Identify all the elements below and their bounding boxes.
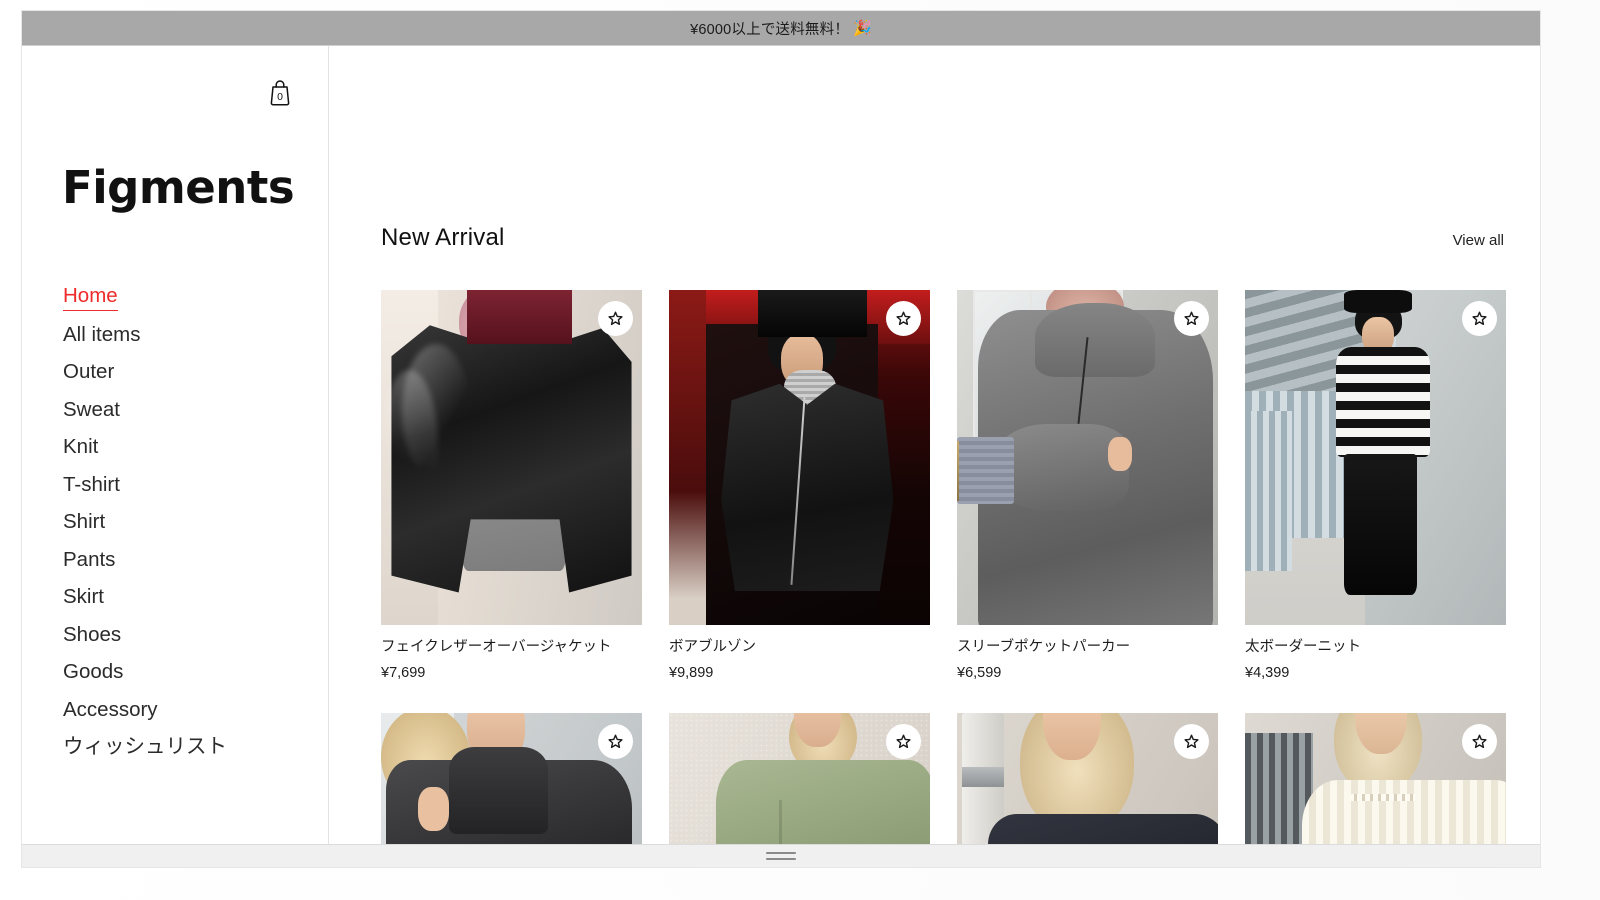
product-card: ボアブルゾン ¥9,899 bbox=[669, 290, 930, 681]
promo-banner: ¥6000以上で送料無料！ 🎉 bbox=[22, 11, 1540, 46]
sidebar-nav: Home All items Outer Sweat Knit T-shirt Shirt P… bbox=[63, 285, 313, 775]
drag-handle[interactable] bbox=[766, 852, 796, 860]
party-popper-icon: 🎉 bbox=[853, 20, 872, 37]
product-image[interactable] bbox=[669, 290, 930, 625]
screen: ¥6000以上で送料無料！ 🎉 0 Figments Home All items… bbox=[0, 0, 1600, 900]
section-header: New Arrival View all bbox=[381, 224, 1504, 252]
sidebar-item-outer[interactable]: Outer bbox=[63, 361, 114, 400]
product-photo bbox=[1245, 290, 1506, 625]
wishlist-star-icon[interactable] bbox=[886, 301, 921, 336]
wishlist-star-icon[interactable] bbox=[1174, 301, 1209, 336]
sidebar-item-sweat[interactable]: Sweat bbox=[63, 399, 120, 438]
product-price: ¥4,399 bbox=[1245, 665, 1290, 682]
sidebar-item-t-shirt[interactable]: T-shirt bbox=[63, 474, 120, 513]
product-photo bbox=[957, 290, 1218, 625]
product-name[interactable]: ボアブルゾン bbox=[669, 639, 930, 656]
product-card: スリーブポケットパーカー ¥6,599 bbox=[957, 290, 1218, 681]
cart-button[interactable]: 0 bbox=[263, 75, 297, 109]
page-title: New Arrival bbox=[381, 224, 505, 251]
brand-logo[interactable]: Figments bbox=[62, 165, 295, 210]
bottom-resize-bar bbox=[22, 844, 1540, 867]
sidebar-item-goods[interactable]: Goods bbox=[63, 661, 123, 700]
product-name[interactable]: 太ボーダーニット bbox=[1245, 639, 1506, 656]
product-name[interactable]: スリーブポケットパーカー bbox=[957, 639, 1218, 656]
sidebar-item-ウィッシュリスト[interactable]: ウィッシュリスト bbox=[63, 736, 227, 775]
sidebar-item-home[interactable]: Home bbox=[63, 285, 118, 311]
product-image[interactable] bbox=[957, 290, 1218, 625]
sidebar-item-accessory[interactable]: Accessory bbox=[63, 699, 158, 738]
product-grid: フェイクレザーオーバージャケット ¥7,699 ボアブルゾン ¥9,899 スリーブポケ… bbox=[381, 290, 1506, 867]
wishlist-star-icon[interactable] bbox=[1462, 301, 1497, 336]
product-image[interactable] bbox=[1245, 290, 1506, 625]
product-card: フェイクレザーオーバージャケット ¥7,699 bbox=[381, 290, 642, 681]
sidebar-item-knit[interactable]: Knit bbox=[63, 436, 98, 475]
sidebar-item-pants[interactable]: Pants bbox=[63, 549, 115, 588]
product-photo bbox=[381, 290, 642, 625]
page-body: 0 Figments Home All items Outer Sweat Knit T-… bbox=[22, 46, 1540, 867]
sidebar-item-skirt[interactable]: Skirt bbox=[63, 586, 104, 625]
product-price: ¥6,599 bbox=[957, 665, 1002, 682]
sidebar-item-shoes[interactable]: Shoes bbox=[63, 624, 121, 663]
product-price: ¥9,899 bbox=[669, 665, 714, 682]
sidebar: 0 Figments Home All items Outer Sweat Knit T-… bbox=[22, 46, 329, 867]
wishlist-star-icon[interactable] bbox=[598, 301, 633, 336]
sidebar-item-shirt[interactable]: Shirt bbox=[63, 511, 105, 550]
browser-page: ¥6000以上で送料無料！ 🎉 0 Figments Home All items… bbox=[22, 11, 1540, 867]
product-name[interactable]: フェイクレザーオーバージャケット bbox=[381, 639, 642, 656]
cart-count-text: 0 bbox=[277, 91, 283, 103]
product-card: 太ボーダーニット ¥4,399 bbox=[1245, 290, 1506, 681]
product-price: ¥7,699 bbox=[381, 665, 426, 682]
main-content: New Arrival View all フェイクレザーオーバージャケット ¥7,… bbox=[329, 46, 1540, 867]
product-photo bbox=[669, 290, 930, 625]
sidebar-item-all-items[interactable]: All items bbox=[63, 324, 140, 363]
view-all-link[interactable]: View all bbox=[1453, 232, 1504, 249]
promo-banner-text: ¥6000以上で送料無料！ bbox=[690, 21, 850, 38]
product-image[interactable] bbox=[381, 290, 642, 625]
